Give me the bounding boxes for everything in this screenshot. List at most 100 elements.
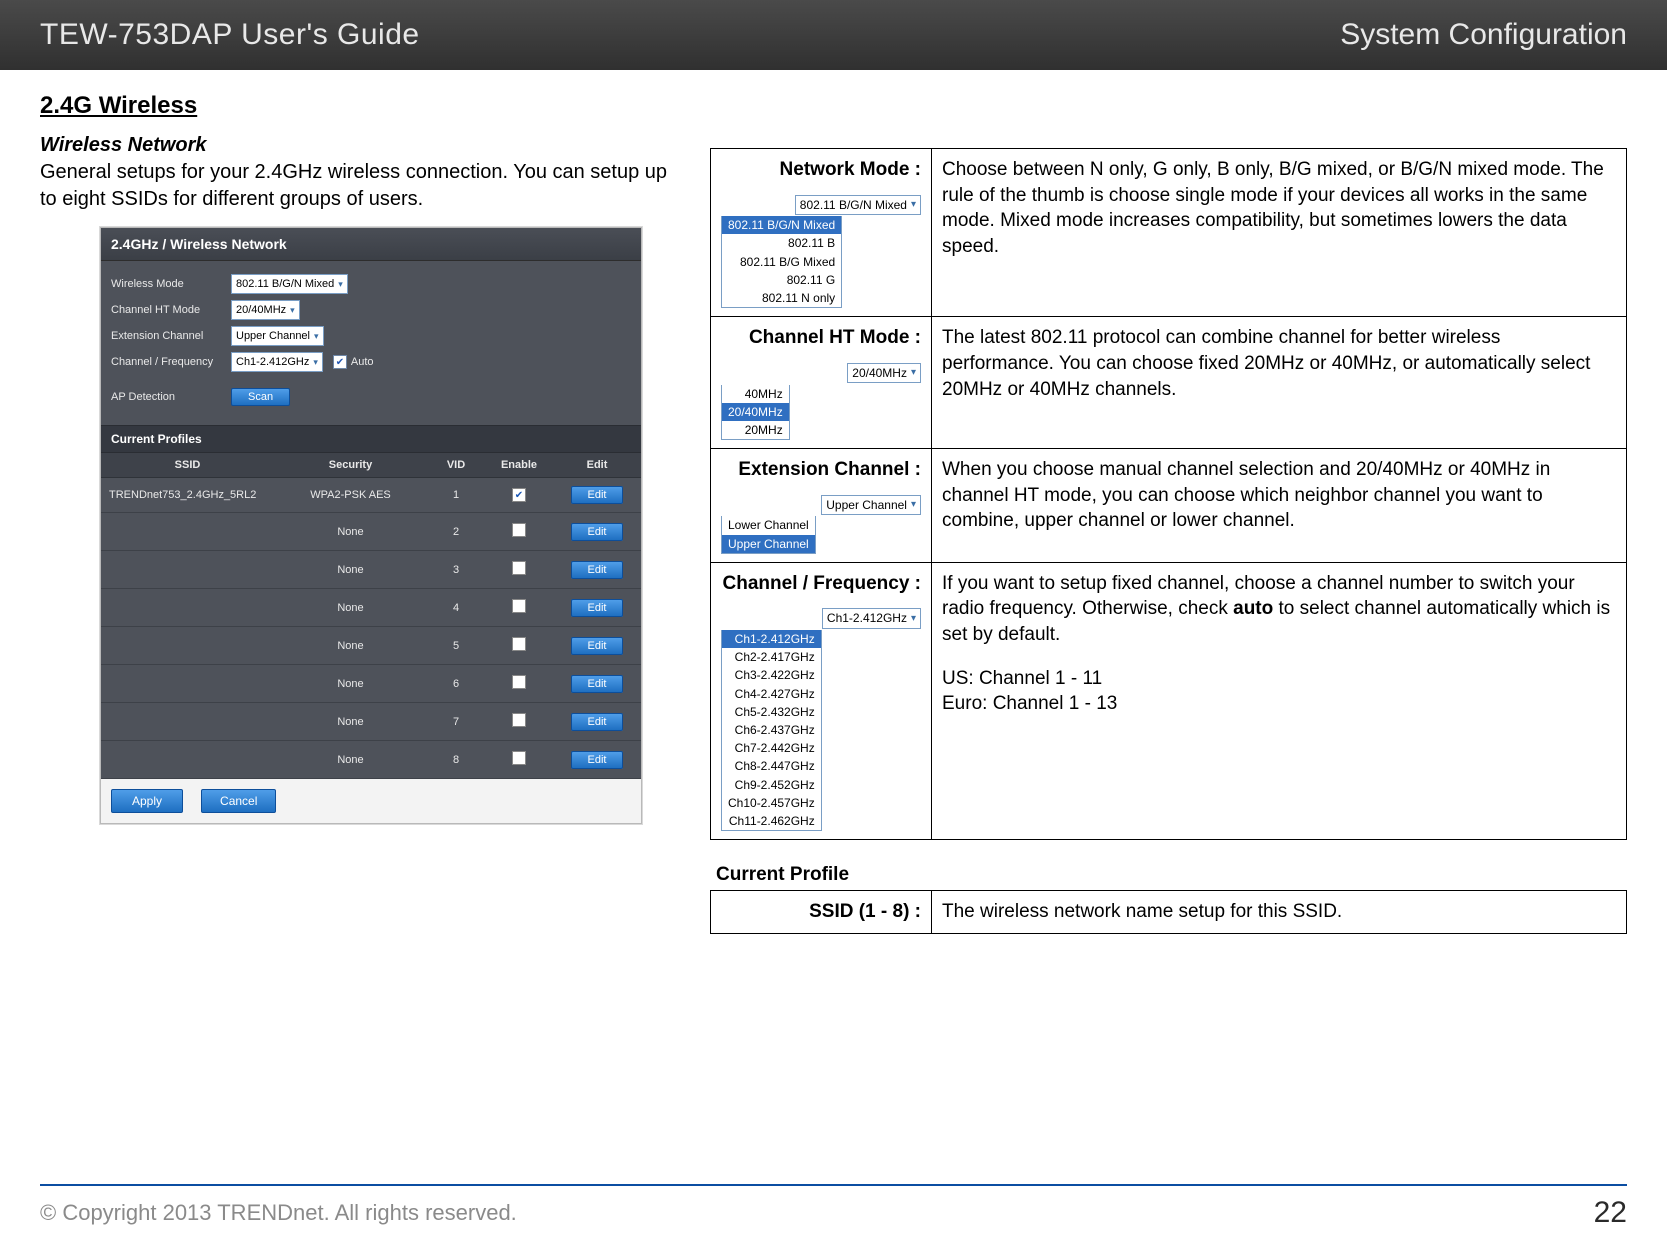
edit-button[interactable]: Edit (571, 751, 624, 769)
dropdown-option[interactable]: Ch3-2.422GHz (722, 666, 821, 684)
checkbox-enable[interactable] (512, 561, 526, 575)
label-channel-frequency: Channel / Frequency (111, 356, 231, 368)
checkbox-enable[interactable] (512, 599, 526, 613)
edit-button[interactable]: Edit (571, 675, 624, 693)
cell-vid: 4 (427, 589, 485, 627)
panel-title: 2.4GHz / Wireless Network (101, 228, 641, 261)
col-vid: VID (427, 453, 485, 478)
current-profile-heading: Current Profile (716, 864, 1627, 886)
cell-ssid (101, 627, 274, 665)
setting-label: Network Mode : (721, 157, 921, 183)
cell-vid: 8 (427, 741, 485, 779)
col-enable: Enable (485, 453, 553, 478)
heading-2-4g-wireless: 2.4G Wireless (40, 92, 680, 120)
cell-vid: 7 (427, 703, 485, 741)
dropdown-list: 40MHz20/40MHz20MHz (721, 385, 790, 441)
settings-description-table: Network Mode :802.11 B/G/N Mixed▾802.11 … (710, 148, 1627, 840)
cell-ssid (101, 703, 274, 741)
edit-button[interactable]: Edit (571, 561, 624, 579)
dropdown-option[interactable]: 40MHz (722, 385, 789, 403)
dropdown-selected[interactable]: 802.11 B/G/N Mixed▾ (795, 195, 921, 215)
dropdown-selected[interactable]: Ch1-2.412GHz▾ (822, 608, 921, 628)
profiles-table: SSID Security VID Enable Edit TRENDnet75… (101, 453, 641, 779)
config-screenshot: 2.4GHz / Wireless Network Wireless Mode … (100, 227, 642, 824)
cell-security: None (274, 665, 427, 703)
dropdown-option[interactable]: 802.11 N only (722, 289, 841, 307)
table-row: None2 Edit (101, 513, 641, 551)
current-profiles-heading: Current Profiles (101, 425, 641, 453)
label-wireless-mode: Wireless Mode (111, 278, 231, 290)
col-ssid: SSID (101, 453, 274, 478)
checkbox-auto[interactable]: ✔ (333, 355, 347, 369)
dropdown-option[interactable]: Ch11-2.462GHz (722, 812, 821, 830)
apply-button[interactable]: Apply (111, 789, 183, 813)
dropdown-option[interactable]: Ch1-2.412GHz (722, 630, 821, 648)
cell-vid: 2 (427, 513, 485, 551)
dropdown-option[interactable]: Ch8-2.447GHz (722, 757, 821, 775)
dropdown-option[interactable]: Ch7-2.442GHz (722, 739, 821, 757)
label-ssid-1-8: SSID (1 - 8) : (809, 901, 921, 922)
intro-paragraph: General setups for your 2.4GHz wireless … (40, 159, 680, 213)
cell-ssid (101, 589, 274, 627)
select-channel-ht-mode[interactable]: 20/40MHz▾ (231, 300, 300, 320)
dropdown-option[interactable]: 802.11 B/G/N Mixed (722, 216, 841, 234)
checkbox-enable[interactable] (512, 523, 526, 537)
edit-button[interactable]: Edit (571, 523, 624, 541)
dropdown-option[interactable]: Ch6-2.437GHz (722, 721, 821, 739)
cell-security: None (274, 627, 427, 665)
chevron-down-icon: ▾ (314, 331, 319, 342)
dropdown-option[interactable]: Ch10-2.457GHz (722, 794, 821, 812)
edit-button[interactable]: Edit (571, 486, 624, 504)
cell-ssid: TRENDnet753_2.4GHz_5RL2 (101, 478, 274, 513)
dropdown-option[interactable]: 802.11 G (722, 271, 841, 289)
label-auto: Auto (351, 356, 374, 368)
page-header: TEW-753DAP User's Guide System Configura… (0, 0, 1667, 70)
select-extension-channel[interactable]: Upper Channel▾ (231, 326, 324, 346)
chevron-down-icon: ▾ (911, 612, 916, 626)
table-row: None6Edit (101, 665, 641, 703)
copyright-text: © Copyright 2013 TRENDnet. All rights re… (40, 1200, 517, 1226)
cell-security: None (274, 513, 427, 551)
dropdown-option[interactable]: Ch9-2.452GHz (722, 776, 821, 794)
dropdown-option[interactable]: Ch4-2.427GHz (722, 685, 821, 703)
dropdown-option[interactable]: Ch2-2.417GHz (722, 648, 821, 666)
chevron-down-icon: ▾ (313, 357, 318, 368)
page-footer: © Copyright 2013 TRENDnet. All rights re… (40, 1184, 1627, 1230)
cell-security: None (274, 703, 427, 741)
dropdown-list: 802.11 B/G/N Mixed802.11 B802.11 B/G Mix… (721, 216, 842, 308)
cell-security: None (274, 741, 427, 779)
checkbox-enable[interactable] (512, 751, 526, 765)
edit-button[interactable]: Edit (571, 713, 624, 731)
dropdown-option[interactable]: Ch5-2.432GHz (722, 703, 821, 721)
dropdown-option[interactable]: Upper Channel (722, 535, 815, 553)
dropdown-option[interactable]: 802.11 B/G Mixed (722, 253, 841, 271)
setting-label: Channel HT Mode : (721, 325, 921, 351)
chevron-down-icon: ▾ (338, 279, 343, 290)
cancel-button[interactable]: Cancel (201, 789, 276, 813)
guide-title: TEW-753DAP User's Guide (40, 18, 420, 52)
dropdown-selected[interactable]: Upper Channel▾ (821, 495, 921, 515)
checkbox-enable[interactable] (512, 675, 526, 689)
dropdown-option[interactable]: Lower Channel (722, 516, 815, 534)
select-wireless-mode[interactable]: 802.11 B/G/N Mixed▾ (231, 274, 348, 294)
scan-button[interactable]: Scan (231, 388, 290, 406)
checkbox-enable[interactable]: ✔ (512, 488, 526, 502)
cell-ssid (101, 513, 274, 551)
dropdown-option[interactable]: 20/40MHz (722, 403, 789, 421)
chevron-down-icon: ▾ (911, 198, 916, 212)
chevron-down-icon: ▾ (911, 498, 916, 512)
edit-button[interactable]: Edit (571, 637, 624, 655)
cell-vid: 3 (427, 551, 485, 589)
checkbox-enable[interactable] (512, 637, 526, 651)
edit-button[interactable]: Edit (571, 599, 624, 617)
label-ap-detection: AP Detection (111, 391, 231, 403)
dropdown-option[interactable]: 20MHz (722, 421, 789, 439)
dropdown-list: Ch1-2.412GHzCh2-2.417GHzCh3-2.422GHzCh4-… (721, 630, 822, 831)
dropdown-selected[interactable]: 20/40MHz▾ (847, 363, 921, 383)
label-channel-ht-mode: Channel HT Mode (111, 304, 231, 316)
setting-description: If you want to setup fixed channel, choo… (932, 562, 1627, 839)
select-channel-frequency[interactable]: Ch1-2.412GHz▾ (231, 352, 323, 372)
checkbox-enable[interactable] (512, 713, 526, 727)
current-profile-table: SSID (1 - 8) : The wireless network name… (710, 890, 1627, 934)
dropdown-option[interactable]: 802.11 B (722, 234, 841, 252)
